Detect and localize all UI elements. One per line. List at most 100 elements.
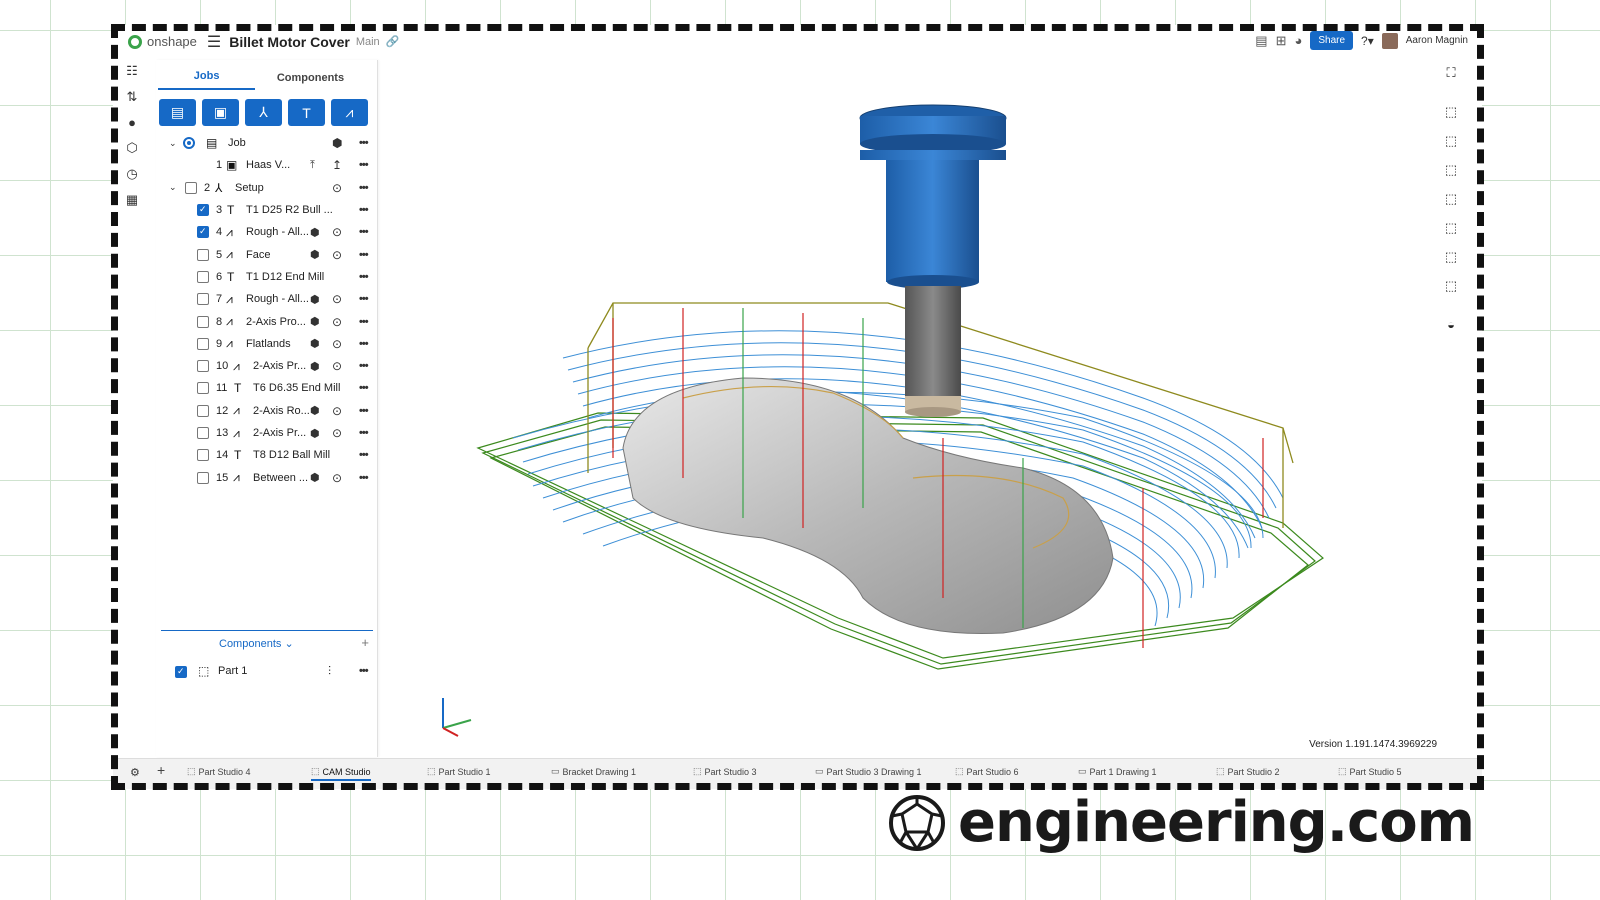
add-component-icon[interactable]: +	[361, 635, 369, 650]
parts-icon[interactable]: ⬡	[123, 140, 141, 156]
play-icon[interactable]: ⊙	[332, 471, 342, 485]
tree-item-operation[interactable]: 9 ⩘ Flatlands ⬢ ⊙ •••	[156, 333, 377, 355]
tab-bracket-drawing-1[interactable]: ▭ Bracket Drawing 1	[551, 766, 636, 777]
play-icon[interactable]: ⊙	[332, 225, 342, 239]
view-left-button[interactable]: ⬚	[1434, 213, 1468, 242]
play-icon[interactable]: ⊙	[332, 404, 342, 418]
tab-part-studio-6[interactable]: ⬚ Part Studio 6	[955, 766, 1019, 777]
play-icon[interactable]: ⊙	[332, 292, 342, 306]
item-checkbox[interactable]	[197, 315, 209, 328]
item-checkbox[interactable]	[197, 204, 209, 217]
item-checkbox[interactable]	[197, 360, 209, 373]
chevron-down-icon[interactable]: ⌄	[169, 182, 177, 193]
view-front-button[interactable]: ⬚	[1434, 97, 1468, 126]
tree-item-operation[interactable]: 13 ⩘ 2-Axis Pr... ⬢ ⊙ •••	[156, 422, 377, 444]
tree-item-operation[interactable]: 5 ⩘ Face ⬢ ⊙ •••	[156, 243, 377, 265]
item-checkbox[interactable]	[197, 382, 209, 395]
tab-part-studio-5[interactable]: ⬚ Part Studio 5	[1338, 766, 1402, 777]
item-checkbox[interactable]	[197, 449, 209, 462]
view-back-button[interactable]: ⬚	[1434, 126, 1468, 155]
tree-item-operation[interactable]: 7 ⩘ Rough - All... ⬢ ⊙ •••	[156, 288, 377, 310]
more-icon[interactable]: •••	[359, 293, 369, 305]
graphics-viewport[interactable]: Version 1.191.1474.3969229	[383, 58, 1443, 758]
simulate-icon[interactable]: ⬢	[310, 293, 320, 306]
tree-item-operation[interactable]: 12 ⩘ 2-Axis Ro... ⬢ ⊙ •••	[156, 400, 377, 422]
play-icon[interactable]: ⊙	[332, 181, 342, 195]
view-right-button[interactable]: ⬚	[1434, 242, 1468, 271]
tree-item-job[interactable]: ⌄ ▤ Job ⬢ •••	[156, 132, 377, 154]
link-icon[interactable]: 🔗	[386, 35, 400, 48]
play-icon[interactable]: ⊙	[332, 337, 342, 351]
tree-item-tool[interactable]: 3 T T1 D25 R2 Bull ... •••	[156, 199, 377, 221]
learning-center-icon[interactable]: ◕	[1294, 33, 1302, 48]
more-icon[interactable]: •••	[359, 182, 369, 194]
job-radio[interactable]	[183, 137, 195, 150]
more-icon[interactable]: •••	[359, 271, 369, 283]
simulate-icon[interactable]: ⬢	[310, 248, 320, 261]
simulate-icon[interactable]: ⬢	[310, 427, 320, 440]
machine-button[interactable]: ▣	[202, 99, 239, 126]
more-icon[interactable]: •••	[359, 226, 369, 238]
more-icon[interactable]: •••	[359, 472, 369, 484]
tree-item-operation[interactable]: 4 ⩘ Rough - All... ⬢ ⊙ •••	[156, 221, 377, 243]
simulate-icon[interactable]: ⬢	[310, 315, 320, 328]
tree-item-operation[interactable]: 15 ⩘ Between ... ⬢ ⊙ •••	[156, 466, 377, 488]
more-icon[interactable]: •••	[359, 249, 369, 261]
tree-item-setup[interactable]: ⌄ 2 ⅄ Setup ⊙ •••	[156, 177, 377, 199]
feature-list-icon[interactable]: ☷	[123, 63, 141, 79]
branch-label[interactable]: Main	[356, 36, 380, 48]
hamburger-menu-icon[interactable]: ☰	[207, 32, 221, 52]
tree-item-tool[interactable]: 6 T T1 D12 End Mill •••	[156, 266, 377, 288]
component-part-row[interactable]: ⬚ Part 1 ⫶ •••	[156, 662, 378, 682]
tool-button[interactable]: T	[288, 99, 325, 126]
tree-item-tool[interactable]: 11 T T6 D6.35 End Mill •••	[156, 377, 377, 399]
play-icon[interactable]: ⊙	[332, 359, 342, 373]
tree-item-operation[interactable]: 10 ⩘ 2-Axis Pr... ⬢ ⊙ •••	[156, 355, 377, 377]
post-icon[interactable]: ↥	[332, 158, 342, 172]
tab-jobs[interactable]: Jobs	[158, 70, 256, 90]
app-store-icon[interactable]: ⊞	[1276, 33, 1287, 49]
notes-icon[interactable]: ▦	[123, 192, 141, 208]
simulate-icon[interactable]: ⬢	[310, 226, 320, 239]
tree-item-tool[interactable]: 14 T T8 D12 Ball Mill •••	[156, 444, 377, 466]
simulate-icon[interactable]: ⬢	[310, 360, 320, 373]
item-checkbox[interactable]	[197, 293, 209, 306]
variables-icon[interactable]: ⇅	[123, 89, 141, 105]
tab-part-studio-3[interactable]: ⬚ Part Studio 3	[693, 766, 757, 777]
item-checkbox[interactable]	[197, 270, 209, 283]
view-iso-button[interactable]: ⬚	[1434, 271, 1468, 300]
setup-button[interactable]: ⅄	[245, 99, 282, 126]
comments-icon[interactable]: ●	[123, 115, 141, 130]
history-icon[interactable]: ◷	[123, 166, 141, 182]
part-checkbox[interactable]	[175, 666, 187, 678]
simulate-icon[interactable]: ⬢	[310, 404, 320, 417]
item-checkbox[interactable]	[197, 427, 209, 439]
item-checkbox[interactable]	[197, 337, 209, 350]
tab-part-studio-1[interactable]: ⬚ Part Studio 1	[427, 766, 491, 777]
render-mode-button[interactable]: ◒	[1434, 310, 1468, 339]
view-top-button[interactable]: ⬚	[1434, 155, 1468, 184]
item-checkbox[interactable]	[197, 404, 209, 417]
add-tab-icon[interactable]: +	[157, 762, 165, 778]
simulate-icon[interactable]: ⬢	[310, 471, 320, 484]
tab-part-studio-3-drawing-1[interactable]: ▭ Part Studio 3 Drawing 1	[815, 766, 922, 777]
item-checkbox[interactable]	[197, 248, 209, 261]
item-checkbox[interactable]	[197, 226, 209, 239]
chevron-down-icon[interactable]: ⌄	[169, 138, 177, 149]
setup-checkbox[interactable]	[185, 181, 197, 194]
tab-cam-studio[interactable]: ⬚ CAM Studio	[311, 766, 371, 781]
view-bottom-button[interactable]: ⬚	[1434, 184, 1468, 213]
simulate-icon[interactable]: ⬢	[332, 136, 342, 150]
more-icon[interactable]: •••	[359, 449, 369, 461]
tab-part-studio-4[interactable]: ⬚ Part Studio 4	[187, 766, 251, 777]
more-icon[interactable]: •••	[359, 338, 369, 350]
user-name[interactable]: Aaron Magnin	[1406, 35, 1468, 46]
more-icon[interactable]: •••	[359, 360, 369, 372]
gear-icon[interactable]: ⚙	[130, 766, 140, 779]
document-title[interactable]: Billet Motor Cover	[229, 34, 350, 50]
export-icon[interactable]: ⤒	[310, 159, 315, 172]
play-icon[interactable]: ⊙	[332, 315, 342, 329]
user-avatar[interactable]	[1381, 32, 1398, 49]
play-icon[interactable]: ⊙	[332, 426, 342, 440]
document-list-icon[interactable]: ▤	[1255, 33, 1267, 49]
